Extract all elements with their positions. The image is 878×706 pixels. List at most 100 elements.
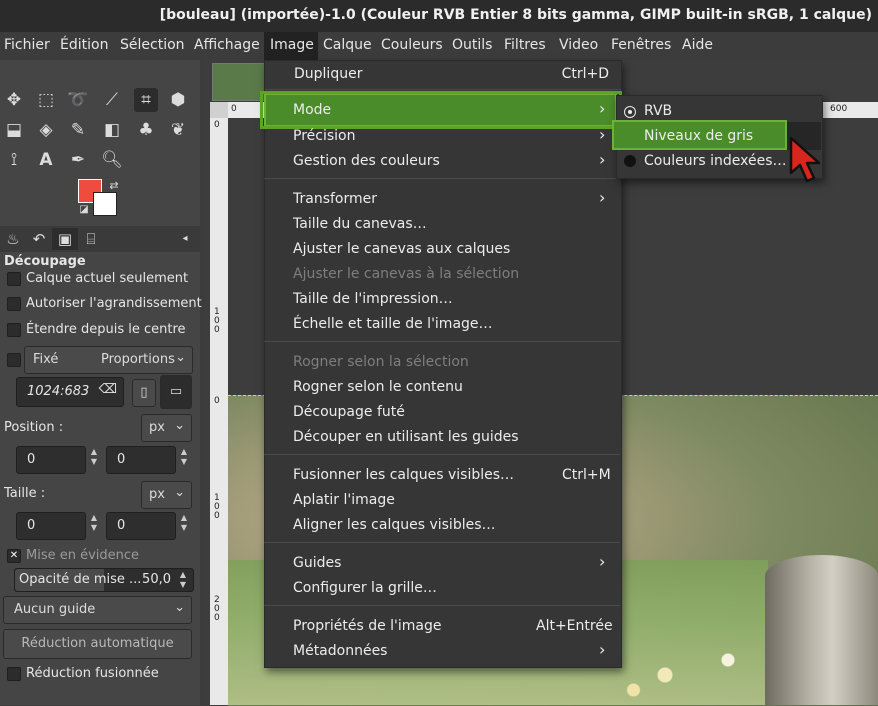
menu-filtres[interactable]: Filtres <box>504 37 546 53</box>
menu-item-ajuster-selection: Ajuster le canevas à la sélection <box>293 266 520 282</box>
ruler-top-600: 600 <box>830 104 848 114</box>
paths-icon[interactable]: ⟟ <box>2 148 26 172</box>
ratio-value: 1024:683 <box>27 384 90 399</box>
menu-selection[interactable]: Sélection <box>120 37 185 53</box>
images-tab-icon[interactable]: ▣ <box>52 228 78 250</box>
etendre-label: Étendre depuis le centre <box>26 322 186 337</box>
menu-item-fusionner[interactable]: Fusionner les calques visibles… <box>293 467 514 483</box>
ruler-left-100b: 100 <box>214 493 220 521</box>
paintbrush-icon[interactable]: ✎ <box>66 118 90 142</box>
clone-icon[interactable]: ♣ <box>134 118 158 142</box>
menu-fenetres[interactable]: Fenêtres <box>611 37 671 53</box>
menu-item-decouper-guides[interactable]: Découper en utilisant les guides <box>293 429 519 445</box>
menu-item-metadonnees[interactable]: Métadonnées <box>293 643 387 659</box>
fixe-proportions-dropdown[interactable]: Fixé Proportions ⌄ <box>24 346 193 374</box>
ruler-left[interactable]: 0 100 0 100 200 <box>210 118 228 705</box>
size-w-spin-icon[interactable]: ▲ ▼ <box>88 513 100 533</box>
text-tool-icon[interactable]: A <box>34 148 58 172</box>
size-h-spin-icon[interactable]: ▲ ▼ <box>178 513 190 533</box>
position-label: Position : <box>4 420 64 435</box>
opacite-value: 50,0 <box>142 572 171 587</box>
portrait-icon[interactable]: ▯ <box>132 379 156 407</box>
swap-colors-icon[interactable]: ⇄ <box>102 174 126 198</box>
tool-options-tab-icon[interactable]: ♨ <box>0 228 26 250</box>
rect-select-icon[interactable]: ⬚ <box>34 88 58 112</box>
smudge-icon[interactable]: ❦ <box>166 118 190 142</box>
ruler-top-0: 0 <box>231 104 237 114</box>
position-y-field[interactable]: 0 <box>106 446 176 474</box>
menu-calque[interactable]: Calque <box>323 37 372 53</box>
move-tool-icon[interactable]: ✥ <box>2 88 26 112</box>
menu-item-decoupage-fute[interactable]: Découpage futé <box>293 404 405 420</box>
menu-item-dupliquer[interactable]: Dupliquer <box>294 66 362 82</box>
opacite-spin-icon[interactable]: ▲ ▼ <box>177 570 189 590</box>
position-x-field[interactable]: 0 <box>16 446 86 474</box>
guide-dropdown[interactable]: Aucun guide ⌄ <box>3 596 192 624</box>
default-colors-icon[interactable]: ◪ <box>72 198 96 222</box>
menu-edition[interactable]: Édition <box>60 37 108 53</box>
menu-item-transformer[interactable]: Transformer <box>293 191 377 207</box>
radio-rvb-icon <box>624 106 636 118</box>
fuzzy-select-icon[interactable]: ⟋ <box>100 88 124 112</box>
menu-fichier[interactable]: Fichier <box>4 37 50 53</box>
menu-item-proprietes[interactable]: Propriétés de l'image <box>293 618 442 634</box>
menu-item-grille[interactable]: Configurer la grille… <box>293 580 437 596</box>
submenu-item-niveaux-gris[interactable]: Niveaux de gris <box>644 128 753 144</box>
menu-couleurs[interactable]: Couleurs <box>381 37 443 53</box>
menu-item-taille-impression[interactable]: Taille de l'impression… <box>293 291 453 307</box>
chevron-down-icon: ⌄ <box>175 350 186 365</box>
zoom-icon[interactable]: 🔍︎ <box>100 148 124 172</box>
position-unit-dropdown[interactable]: px ⌄ <box>141 414 192 442</box>
taille-unit-dropdown[interactable]: px ⌄ <box>141 481 192 509</box>
menu-item-aligner[interactable]: Aligner les calques visibles… <box>293 517 496 533</box>
submenu-item-couleurs-indexees[interactable]: Couleurs indexées… <box>644 153 786 169</box>
clear-field-icon[interactable]: ⌫ <box>99 382 117 397</box>
shortcut-dupliquer: Ctrl+D <box>561 66 609 82</box>
ratio-field[interactable]: 1024:683 ⌫ <box>16 377 124 407</box>
transform-icon[interactable]: ⬢ <box>166 88 190 112</box>
tool-options-title: Découpage <box>4 254 86 269</box>
size-h-field[interactable]: 0 <box>106 512 176 540</box>
undo-history-tab-icon[interactable]: ↶ <box>26 228 52 250</box>
mise-en-evidence-checkbox[interactable]: ✕ <box>7 549 21 563</box>
crop-tool-icon[interactable]: ⌗ <box>134 88 158 112</box>
dock-menu-icon[interactable]: ◂ <box>172 228 198 250</box>
opacite-slider[interactable]: Opacité de mise ... 50,0 ▲ ▼ <box>14 568 194 592</box>
size-h-value: 0 <box>117 518 126 533</box>
menu-item-rogner-contenu[interactable]: Rogner selon le contenu <box>293 379 463 395</box>
devices-tab-icon[interactable]: ⌸ <box>78 228 104 250</box>
proportions-label: Proportions <box>101 352 175 367</box>
etendre-checkbox[interactable] <box>7 323 21 337</box>
eraser-icon[interactable]: ◧ <box>100 118 124 142</box>
landscape-icon[interactable]: ▭ <box>160 375 192 409</box>
warp-icon[interactable]: ⬓ <box>2 118 26 142</box>
menu-outils[interactable]: Outils <box>452 37 492 53</box>
radio-indexed-icon <box>624 155 636 167</box>
menu-item-ajuster-calques[interactable]: Ajuster le canevas aux calques <box>293 241 510 257</box>
shortcut-proprietes: Alt+Entrée <box>536 618 613 634</box>
position-x-spin-icon[interactable]: ▲ ▼ <box>88 447 100 467</box>
menu-item-taille-canevas[interactable]: Taille du canevas… <box>293 216 427 232</box>
position-y-spin-icon[interactable]: ▲ ▼ <box>178 447 190 467</box>
reduction-fusionnee-checkbox[interactable] <box>7 667 21 681</box>
submenu-item-rvb[interactable]: RVB <box>644 103 672 119</box>
color-picker-icon[interactable]: ✒ <box>66 148 90 172</box>
menu-item-precision[interactable]: Précision <box>293 128 355 144</box>
autoriser-checkbox[interactable] <box>7 297 21 311</box>
reduction-auto-button[interactable]: Réduction automatique <box>3 629 192 659</box>
menu-affichage[interactable]: Affichage <box>194 37 260 53</box>
menu-aide[interactable]: Aide <box>682 37 713 53</box>
separator <box>264 178 620 179</box>
menu-item-mode[interactable]: Mode <box>293 102 331 118</box>
menu-image[interactable]: Image <box>270 37 314 53</box>
menu-item-gestion-couleurs[interactable]: Gestion des couleurs <box>293 153 440 169</box>
menu-item-echelle[interactable]: Échelle et taille de l'image… <box>293 316 493 332</box>
menu-item-aplatir[interactable]: Aplatir l'image <box>293 492 395 508</box>
size-w-field[interactable]: 0 <box>16 512 86 540</box>
bucket-fill-icon[interactable]: ◈ <box>34 118 58 142</box>
fixe-checkbox[interactable] <box>7 353 21 367</box>
menu-item-guides[interactable]: Guides <box>293 555 341 571</box>
menu-video[interactable]: Video <box>559 37 598 53</box>
calque-actuel-checkbox[interactable] <box>7 272 21 286</box>
lasso-icon[interactable]: ➰ <box>66 88 90 112</box>
